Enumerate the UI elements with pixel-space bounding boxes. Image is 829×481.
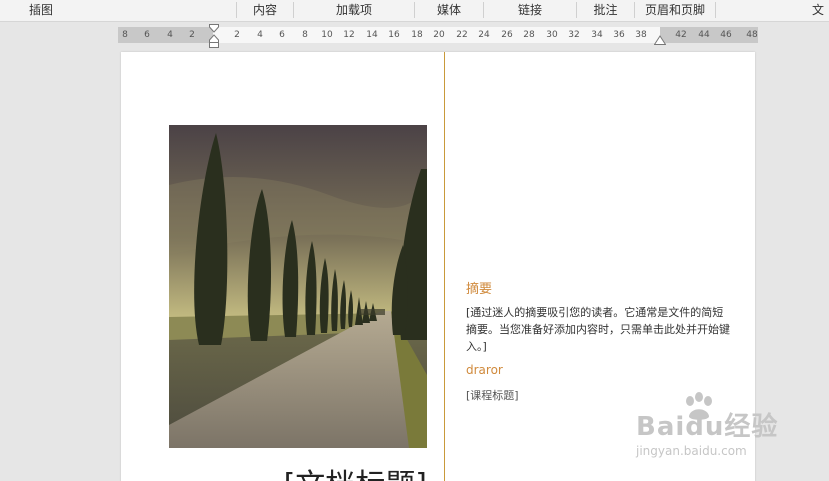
ribbon-group-links[interactable]: 链接 xyxy=(485,0,575,21)
ruler-tick: 6 xyxy=(279,30,285,40)
ruler-tick: 30 xyxy=(546,30,558,40)
ribbon-group-content[interactable]: 内容 xyxy=(238,0,292,21)
ruler-tick: 20 xyxy=(433,30,445,40)
ribbon-separator xyxy=(293,2,294,18)
author-name[interactable]: draror xyxy=(466,363,503,377)
ruler-tick: 46 xyxy=(720,30,732,40)
ribbon-group-text[interactable]: 文 xyxy=(812,0,829,21)
baidu-watermark: Baidu经验 jingyan.baidu.com xyxy=(636,392,816,460)
ruler-tick: 12 xyxy=(343,30,355,40)
ribbon-group-addins[interactable]: 加载项 xyxy=(295,0,413,21)
ruler-tick: 44 xyxy=(698,30,710,40)
ruler-tick: 6 xyxy=(144,30,150,40)
horizontal-ruler[interactable]: 8 6 4 2 2 4 6 8 10 12 14 16 18 20 22 24 … xyxy=(118,24,758,48)
ruler-tick: 18 xyxy=(411,30,423,40)
first-line-indent-marker[interactable] xyxy=(209,24,219,50)
ribbon-separator xyxy=(634,2,635,18)
ruler-tick: 34 xyxy=(591,30,603,40)
column-divider xyxy=(444,52,445,481)
ruler-tick: 4 xyxy=(167,30,173,40)
ruler-tick: 2 xyxy=(189,30,195,40)
course-title-placeholder[interactable]: [课程标题] xyxy=(466,387,519,403)
ruler-tick: 4 xyxy=(257,30,263,40)
ruler-tick: 2 xyxy=(234,30,240,40)
abstract-placeholder[interactable]: [通过迷人的摘要吸引您的读者。它通常是文件的简短摘要。当您准备好添加内容时，只需… xyxy=(466,304,731,355)
document-title-placeholder[interactable]: [文档标题] xyxy=(181,460,427,481)
ruler-tick: 36 xyxy=(613,30,625,40)
ruler-tick: 8 xyxy=(122,30,128,40)
ruler-tick: 28 xyxy=(523,30,535,40)
ruler-tick: 26 xyxy=(501,30,513,40)
ribbon-separator xyxy=(483,2,484,18)
ruler-tick: 14 xyxy=(366,30,378,40)
ribbon-group-illustrations[interactable]: 插图 xyxy=(14,0,68,21)
watermark-text: Baidu经验 xyxy=(636,412,779,442)
ruler-tick: 38 xyxy=(635,30,647,40)
ribbon-group-header-footer[interactable]: 页眉和页脚 xyxy=(636,0,714,21)
ruler-tick: 24 xyxy=(478,30,490,40)
ribbon-group-bar: 插图 内容 加载项 媒体 链接 批注 页眉和页脚 文 xyxy=(0,0,829,22)
ruler-left-margin xyxy=(118,27,213,43)
ribbon-separator xyxy=(576,2,577,18)
ribbon-group-comments[interactable]: 批注 xyxy=(578,0,633,21)
ribbon-group-media[interactable]: 媒体 xyxy=(416,0,482,21)
right-indent-marker[interactable] xyxy=(654,35,666,45)
ruler-tick: 8 xyxy=(302,30,308,40)
ribbon-separator xyxy=(236,2,237,18)
ruler-tick: 22 xyxy=(456,30,468,40)
ruler-tick: 48 xyxy=(746,30,758,40)
watermark-url: jingyan.baidu.com xyxy=(636,444,747,458)
ribbon-separator xyxy=(715,2,716,18)
abstract-heading: 摘要 xyxy=(466,282,493,297)
ruler-tick: 32 xyxy=(568,30,580,40)
ribbon-separator xyxy=(414,2,415,18)
ruler-tick: 10 xyxy=(321,30,333,40)
ruler-tick: 42 xyxy=(675,30,687,40)
cover-photo[interactable] xyxy=(169,125,427,448)
ruler-tick: 16 xyxy=(388,30,400,40)
cypress-road-image xyxy=(169,125,427,448)
